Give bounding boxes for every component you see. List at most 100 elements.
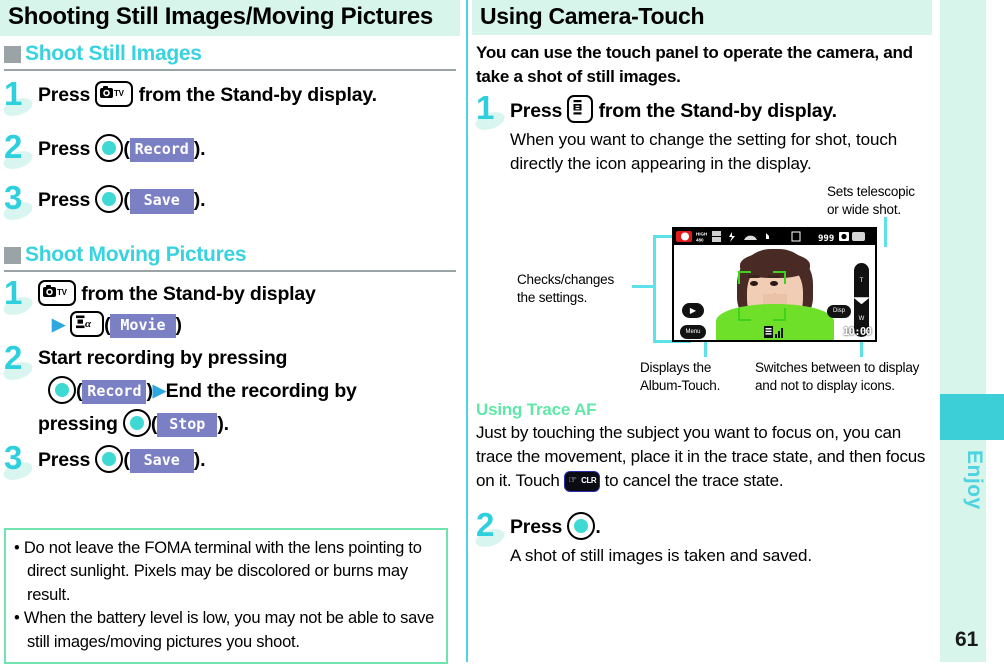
step-number: 2 — [476, 505, 495, 543]
step-number: 2 — [4, 127, 23, 165]
af-corner-tr — [773, 271, 786, 285]
left-column: Shooting Still Images/Moving Pictures Sh… — [0, 0, 460, 664]
step-suffix: from the Stand-by display. — [598, 99, 837, 122]
step-body-text: A shot of still images is taken and save… — [510, 546, 812, 566]
trace-af-text-b: to cancel the trace state. — [604, 471, 784, 491]
clr-touch-key-icon: ☞ CLR — [564, 471, 601, 493]
softkey-label-record: Record — [82, 380, 147, 405]
album-touch-button[interactable]: ▶ — [682, 303, 704, 319]
step-verb: Press — [510, 99, 563, 122]
step-still-1: 1 Press TV from the Stand-by display. — [0, 77, 460, 120]
left-page-title: Shooting Still Images/Moving Pictures — [0, 0, 460, 36]
camera-tv-key-icon: TV — [38, 280, 76, 307]
svg-text:TV: TV — [114, 89, 125, 98]
step-phrase-1: Start recording by pressing — [38, 347, 288, 370]
notes-box: • Do not leave the FOMA terminal with th… — [4, 528, 448, 664]
step-movie-3: 3 Press (Save). — [0, 441, 460, 483]
step-verb: Press — [38, 84, 91, 106]
softkey-label-save: Save — [129, 189, 194, 214]
face-detect-frame-icon — [738, 271, 786, 322]
side-tab-label: Enjoy — [963, 450, 986, 510]
note-item: • Do not leave the FOMA terminal with th… — [14, 537, 438, 607]
softkey-label-record: Record — [129, 137, 194, 162]
callout-album-touch: Displays the Album-Touch. — [640, 360, 721, 393]
paren-close: ). — [193, 137, 206, 160]
step-suffix: from the Stand-by display — [81, 283, 316, 306]
side-tab-highlight — [940, 394, 1004, 440]
softkey-label-stop: Stop — [157, 412, 218, 438]
center-key-icon — [567, 511, 596, 540]
step-verb: Press — [38, 137, 91, 160]
manual-page: Shooting Still Images/Moving Pictures Sh… — [0, 0, 1004, 664]
step-text: Press . — [510, 511, 932, 542]
softkey-label-movie: Movie — [110, 313, 176, 339]
step-text: Start recording by pressing — [38, 345, 460, 373]
paren-close: ). — [193, 189, 206, 212]
step-verb: Press — [510, 515, 563, 538]
camera-preview-image: ▶ Menu Disp T W 10:00 — [674, 245, 875, 341]
svg-text:HIGH: HIGH — [696, 232, 707, 237]
note-bullet: • — [14, 539, 20, 557]
menu-button[interactable]: Menu — [680, 325, 706, 340]
i-mode-key-icon: α — [70, 310, 105, 337]
arrow-icon: ▶ — [152, 381, 166, 401]
right-column: Using Camera-Touch You can use the touch… — [472, 0, 932, 662]
step-text: TV from the Stand-by display — [38, 280, 460, 309]
step-movie-2: 2 Start recording by pressing (Record)▶E… — [0, 341, 460, 439]
section-rule — [4, 270, 456, 273]
step-text: Press (Save). — [38, 185, 460, 215]
right-page-title: Using Camera-Touch — [472, 0, 932, 35]
square-bullet-icon — [4, 246, 21, 264]
step-verb: Press — [38, 189, 91, 212]
column-divider — [466, 0, 468, 662]
af-corner-bl — [738, 308, 751, 322]
step-still-3: 3 Press (Save). — [0, 181, 460, 224]
svg-text:α: α — [85, 318, 92, 330]
step-number: 1 — [476, 88, 495, 126]
step-text-line3: pressing (Stop). — [38, 408, 460, 439]
step-text: Press from the Stand-by display. — [510, 94, 932, 126]
center-key-icon — [122, 408, 151, 437]
center-key-icon — [95, 444, 124, 473]
step-number: 1 — [4, 274, 23, 312]
center-key-icon — [95, 133, 124, 162]
step-number: 3 — [4, 179, 23, 217]
camera-touch-figure: Sets telescopic or wide shot. Checks/cha… — [472, 179, 932, 394]
section-heading-label: Shoot Still Images — [25, 42, 202, 65]
step-text: Press (Record). — [38, 133, 460, 164]
center-key-icon — [48, 376, 76, 405]
svg-text:TV: TV — [57, 288, 68, 297]
step-phrase-3: pressing — [38, 412, 118, 435]
paren-close: ) — [175, 313, 183, 336]
center-key-dot — [129, 415, 144, 430]
af-corner-br — [773, 308, 786, 322]
callout-telescopic: Sets telescopic or wide shot. — [827, 184, 915, 217]
paren-close: ). — [217, 412, 229, 435]
camera-status-bar: HIGH 480 999 — [674, 229, 875, 246]
paren-close: ). — [193, 448, 206, 471]
step-text: Press TV from the Stand-by display. — [38, 81, 460, 110]
step-phrase-2: End the recording by — [165, 380, 357, 403]
af-corner-tl — [738, 271, 751, 285]
timecode-label: 10:00 — [842, 325, 872, 339]
step-number: 2 — [4, 339, 23, 377]
note-text: Do not leave the FOMA terminal with the … — [23, 539, 422, 604]
arrow-icon: ▶ — [52, 314, 65, 334]
clr-label: CLR — [581, 476, 597, 486]
trace-af-paragraph: Just by touching the subject you want to… — [476, 421, 928, 493]
step-verb: Press — [38, 448, 91, 471]
zoom-notch-icon — [853, 297, 870, 305]
step-body-text: When you want to change the setting for … — [510, 130, 898, 173]
svg-text:480: 480 — [696, 238, 704, 243]
softkey-label-save: Save — [129, 448, 194, 473]
step-suffix: . — [595, 515, 601, 538]
i-mode-key-icon — [567, 94, 594, 123]
disp-button[interactable]: Disp — [827, 305, 851, 319]
center-key-icon — [95, 185, 124, 214]
section-heading-shoot-still-images: Shoot Still Images — [4, 42, 460, 66]
zoom-tele-label: T — [859, 278, 864, 285]
step-text-line2: ▶ α (Movie) — [38, 310, 460, 340]
camera-tv-key-icon: TV — [95, 81, 134, 107]
hand-pointer-icon: ☞ — [568, 475, 577, 487]
section-heading-shoot-moving-pictures: Shoot Moving Pictures — [4, 243, 460, 267]
